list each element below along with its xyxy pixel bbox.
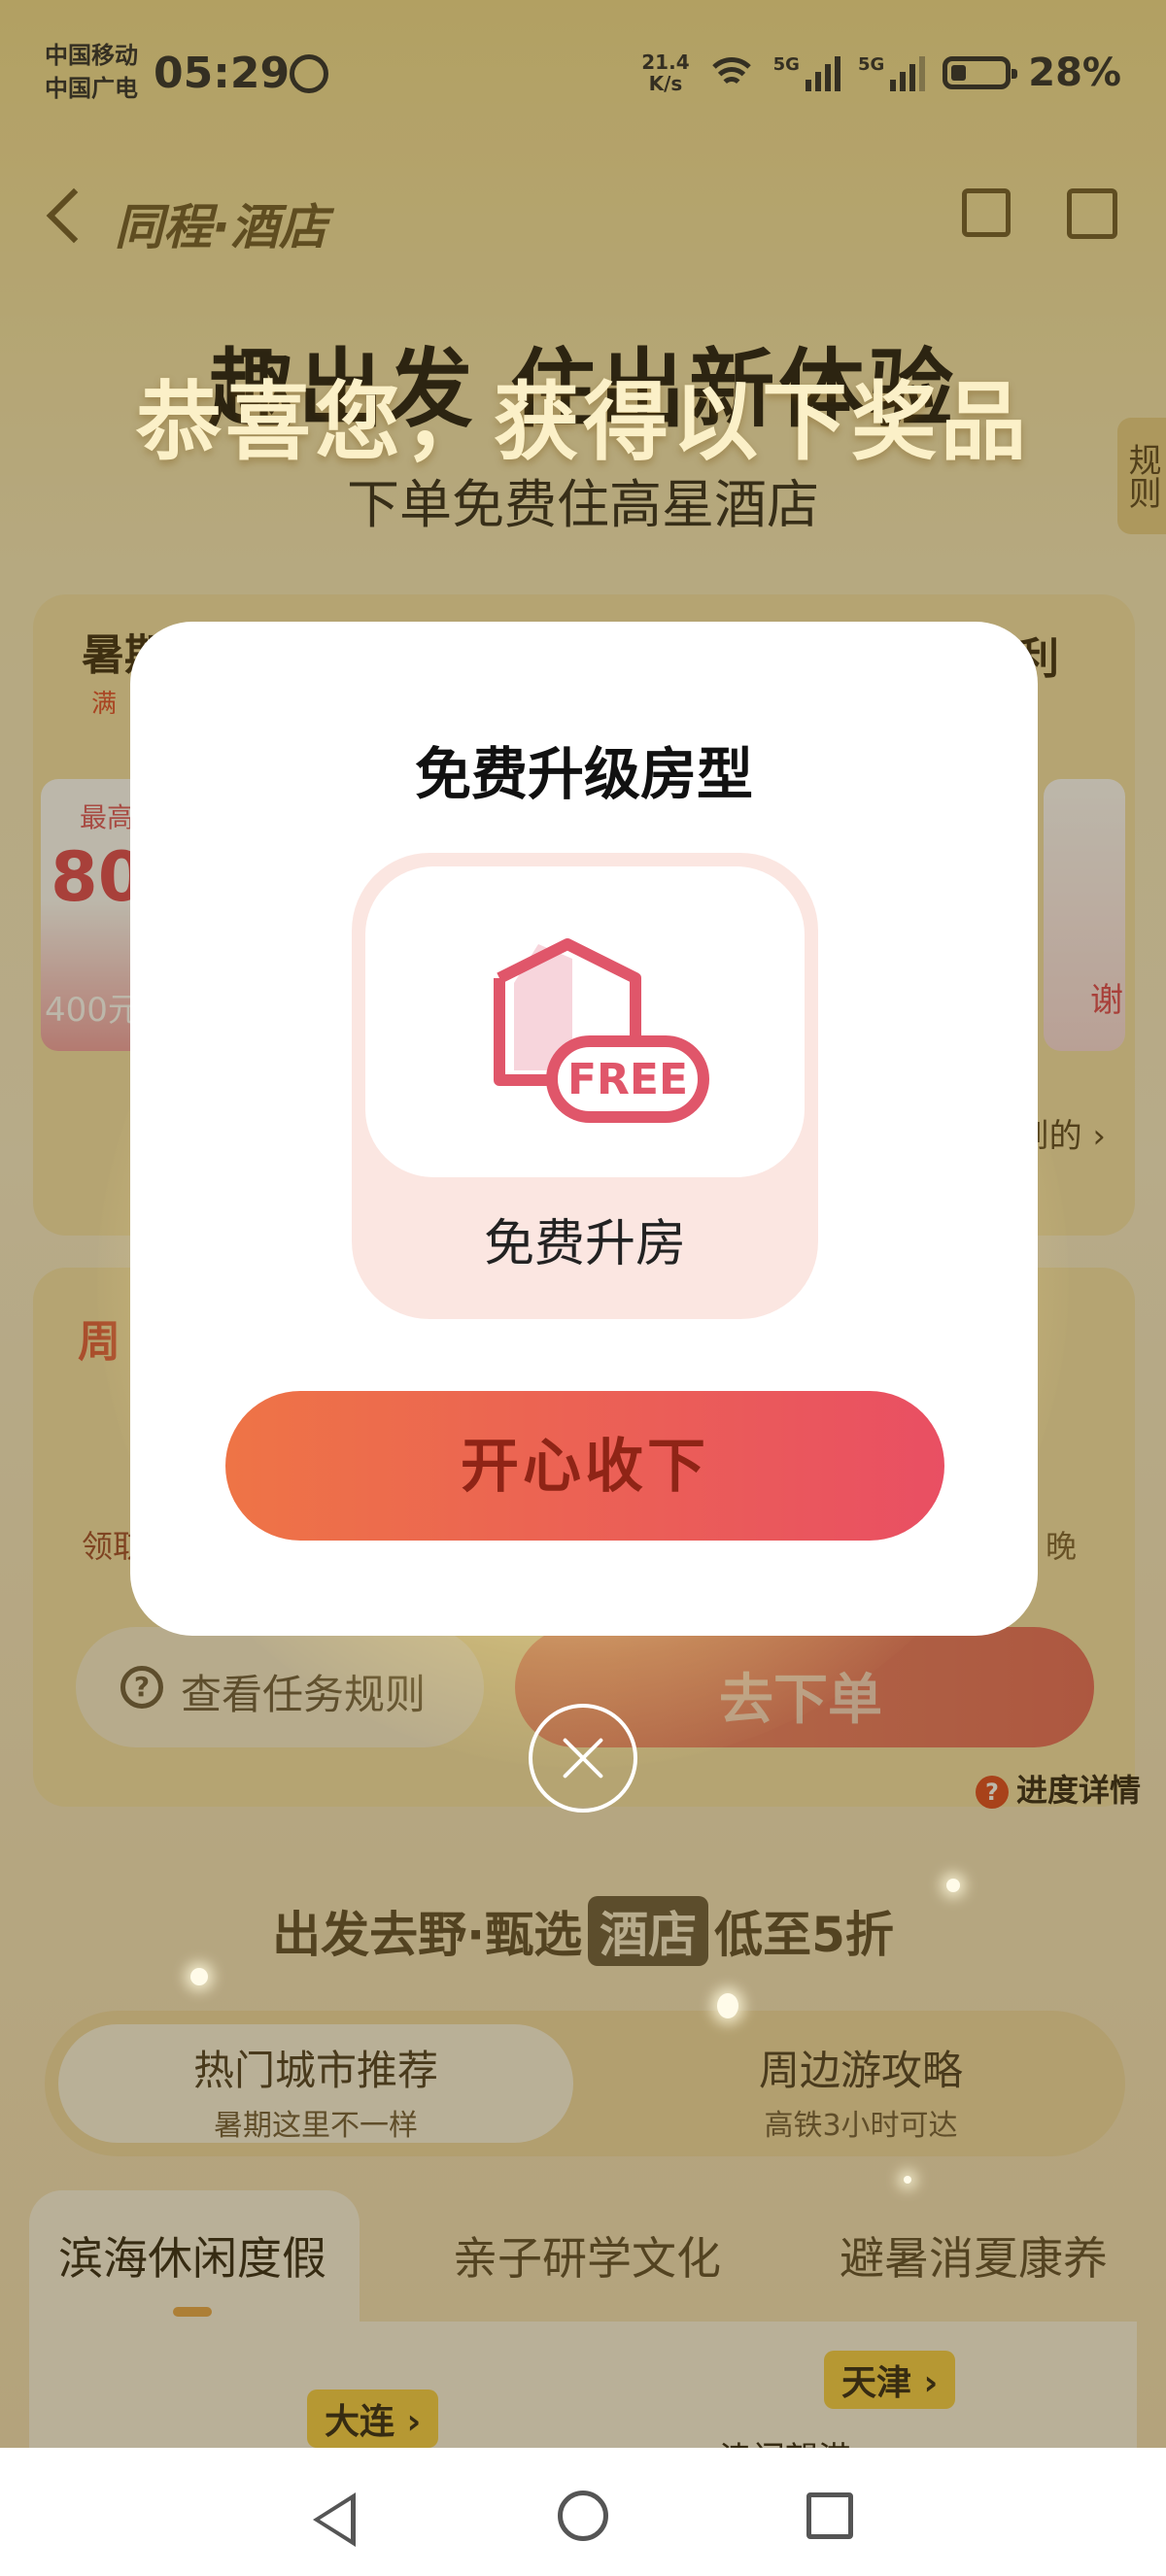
- congrats-title: 恭喜您，获得以下奖品: [135, 372, 1030, 472]
- sparkle: [717, 1993, 738, 2018]
- circle-home-icon[interactable]: [558, 2491, 608, 2541]
- triangle-back-icon[interactable]: [313, 2492, 356, 2547]
- accept-button[interactable]: 开心收下: [225, 1391, 944, 1541]
- prize-badge: FREE: [567, 1055, 688, 1104]
- square-recents-icon[interactable]: [806, 2492, 853, 2539]
- accept-button-label: 开心收下: [461, 1434, 709, 1499]
- sparkle: [946, 1879, 960, 1892]
- prize-modal: 免费升级房型 FREE 免费升房 开心收下: [130, 622, 1038, 1636]
- sparkle: [904, 2176, 911, 2184]
- prize-card: FREE 免费升房: [352, 853, 818, 1319]
- system-nav-bar: [0, 2448, 1166, 2576]
- prize-icon-box: FREE: [365, 866, 805, 1177]
- sparkle: [190, 1968, 208, 1985]
- page: 中国移动 中国广电 05:29 21.4 K/s 5G 5G 28% 同程·酒店…: [0, 0, 1166, 2576]
- close-icon[interactable]: [529, 1704, 637, 1813]
- prize-title: 免费升级房型: [414, 741, 753, 807]
- prize-name: 免费升房: [483, 1215, 686, 1273]
- house-free-icon: FREE: [494, 938, 709, 1123]
